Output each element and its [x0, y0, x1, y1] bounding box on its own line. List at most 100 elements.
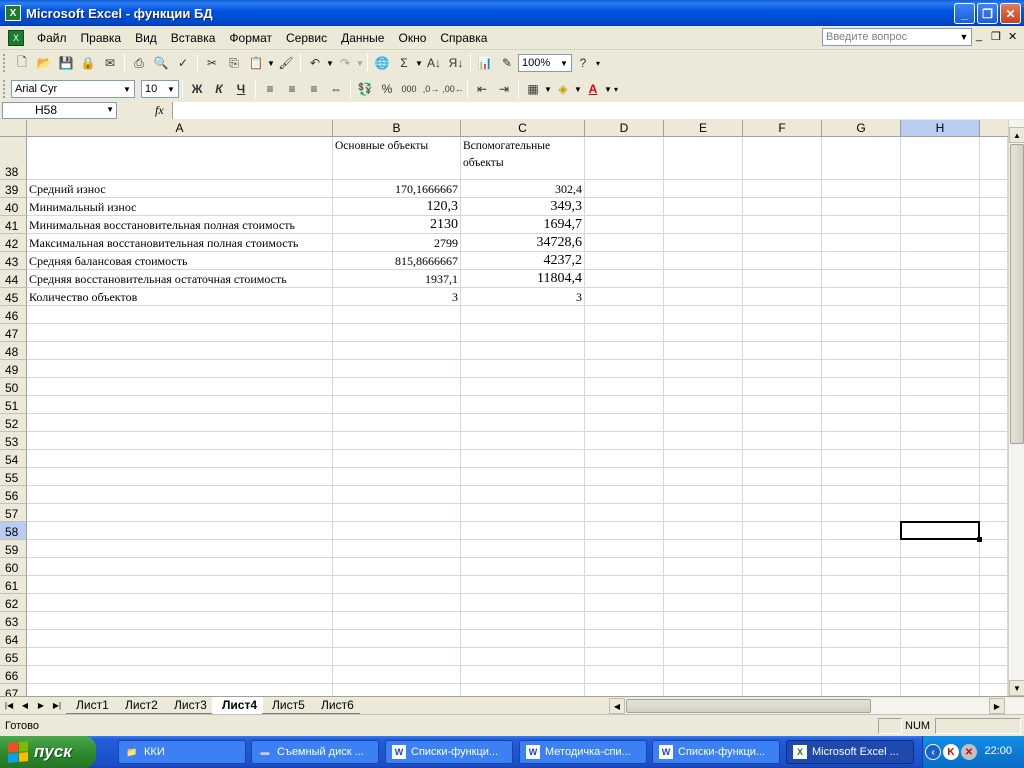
- cell-c61[interactable]: [461, 576, 585, 594]
- cell-c50[interactable]: [461, 378, 585, 396]
- cell-f49[interactable]: [743, 360, 822, 378]
- cell-b40[interactable]: 120,3: [333, 198, 461, 216]
- increase-decimal-icon[interactable]: ,0→: [420, 78, 442, 100]
- cell-b47[interactable]: [333, 324, 461, 342]
- cell-c44[interactable]: 11804,4: [461, 270, 585, 288]
- cell-h53[interactable]: [901, 432, 980, 450]
- name-box[interactable]: H58 ▼: [2, 102, 117, 119]
- cell-c62[interactable]: [461, 594, 585, 612]
- cell-e55[interactable]: [664, 468, 743, 486]
- cell-x59[interactable]: [980, 540, 1008, 558]
- cell-a59[interactable]: [27, 540, 333, 558]
- hyperlink-icon[interactable]: 🌐: [371, 52, 393, 74]
- cell-b38[interactable]: Основные объекты: [333, 137, 461, 180]
- cell-f40[interactable]: [743, 198, 822, 216]
- cell-h43[interactable]: [901, 252, 980, 270]
- row-header[interactable]: 52: [0, 414, 27, 432]
- save-icon[interactable]: 💾: [55, 52, 77, 74]
- row-header[interactable]: 44: [0, 270, 27, 288]
- select-all-corner[interactable]: [0, 120, 27, 137]
- row-header[interactable]: 41: [0, 216, 27, 234]
- cell-c48[interactable]: [461, 342, 585, 360]
- next-sheet-icon[interactable]: ▶: [35, 698, 47, 713]
- cut-icon[interactable]: ✂: [201, 52, 223, 74]
- cell-g66[interactable]: [822, 666, 901, 684]
- row-header[interactable]: 56: [0, 486, 27, 504]
- cell-x55[interactable]: [980, 468, 1008, 486]
- column-header-c[interactable]: C: [461, 120, 585, 137]
- taskbar-item[interactable]: 📁 ККИ: [118, 740, 246, 764]
- menu-window[interactable]: Окно: [391, 31, 433, 45]
- zoom-select[interactable]: 100% ▼: [518, 54, 572, 72]
- cell-h56[interactable]: [901, 486, 980, 504]
- cell-e67[interactable]: [664, 684, 743, 696]
- cell-c57[interactable]: [461, 504, 585, 522]
- cell-e59[interactable]: [664, 540, 743, 558]
- row-header[interactable]: 59: [0, 540, 27, 558]
- new-icon[interactable]: 🗋: [11, 52, 33, 74]
- column-header-a[interactable]: A: [27, 120, 333, 137]
- cell-c47[interactable]: [461, 324, 585, 342]
- row-header[interactable]: 55: [0, 468, 27, 486]
- menu-data[interactable]: Данные: [334, 31, 391, 45]
- cell-b46[interactable]: [333, 306, 461, 324]
- cell-a44[interactable]: Средняя восстановительная остаточная сто…: [27, 270, 333, 288]
- sheet-tab-1[interactable]: Лист1: [66, 697, 115, 714]
- cell-c67[interactable]: [461, 684, 585, 696]
- cell-a48[interactable]: [27, 342, 333, 360]
- cell-x63[interactable]: [980, 612, 1008, 630]
- row-header[interactable]: 46: [0, 306, 27, 324]
- help-icon[interactable]: ?: [572, 52, 594, 74]
- decrease-indent-icon[interactable]: ⇤: [471, 78, 493, 100]
- sheet-tab-5[interactable]: Лист5: [262, 697, 311, 714]
- cell-h65[interactable]: [901, 648, 980, 666]
- cell-x66[interactable]: [980, 666, 1008, 684]
- cell-e44[interactable]: [664, 270, 743, 288]
- prev-sheet-icon[interactable]: ◀: [19, 698, 31, 713]
- cell-d45[interactable]: [585, 288, 664, 306]
- cell-f65[interactable]: [743, 648, 822, 666]
- cell-g54[interactable]: [822, 450, 901, 468]
- autosum-icon[interactable]: Σ: [393, 52, 415, 74]
- currency-icon[interactable]: 💱: [354, 78, 376, 100]
- cell-g57[interactable]: [822, 504, 901, 522]
- menu-view[interactable]: Вид: [128, 31, 164, 45]
- cell-d42[interactable]: [585, 234, 664, 252]
- cell-g56[interactable]: [822, 486, 901, 504]
- taskbar-item[interactable]: W Списки-функци...: [652, 740, 780, 764]
- chevron-down-icon[interactable]: ▼: [558, 56, 570, 70]
- cell-c42[interactable]: 34728,6: [461, 234, 585, 252]
- cell-e40[interactable]: [664, 198, 743, 216]
- last-sheet-icon[interactable]: ▶|: [51, 698, 63, 713]
- cell-a45[interactable]: Количество объектов: [27, 288, 333, 306]
- menu-insert[interactable]: Вставка: [164, 31, 223, 45]
- cell-e51[interactable]: [664, 396, 743, 414]
- cell-x60[interactable]: [980, 558, 1008, 576]
- cell-x53[interactable]: [980, 432, 1008, 450]
- doc-restore-button[interactable]: ❐: [991, 30, 1001, 43]
- cell-h49[interactable]: [901, 360, 980, 378]
- print-icon[interactable]: ⎙: [128, 52, 150, 74]
- row-header[interactable]: 62: [0, 594, 27, 612]
- cell-h52[interactable]: [901, 414, 980, 432]
- cell-g50[interactable]: [822, 378, 901, 396]
- cell-f51[interactable]: [743, 396, 822, 414]
- cell-x65[interactable]: [980, 648, 1008, 666]
- cell-f47[interactable]: [743, 324, 822, 342]
- cell-x46[interactable]: [980, 306, 1008, 324]
- cell-d63[interactable]: [585, 612, 664, 630]
- cell-f53[interactable]: [743, 432, 822, 450]
- cell-x44[interactable]: [980, 270, 1008, 288]
- cell-h51[interactable]: [901, 396, 980, 414]
- bold-button[interactable]: Ж: [186, 78, 208, 100]
- chevron-down-icon[interactable]: ▼: [267, 59, 275, 68]
- cell-c39[interactable]: 302,4: [461, 180, 585, 198]
- toolbar-options-icon[interactable]: ▾: [594, 59, 602, 68]
- cell-x40[interactable]: [980, 198, 1008, 216]
- cell-b51[interactable]: [333, 396, 461, 414]
- cell-f50[interactable]: [743, 378, 822, 396]
- cell[interactable]: [743, 137, 822, 180]
- row-header[interactable]: 43: [0, 252, 27, 270]
- chevron-down-icon[interactable]: ▼: [604, 85, 612, 94]
- cell-a58[interactable]: [27, 522, 333, 540]
